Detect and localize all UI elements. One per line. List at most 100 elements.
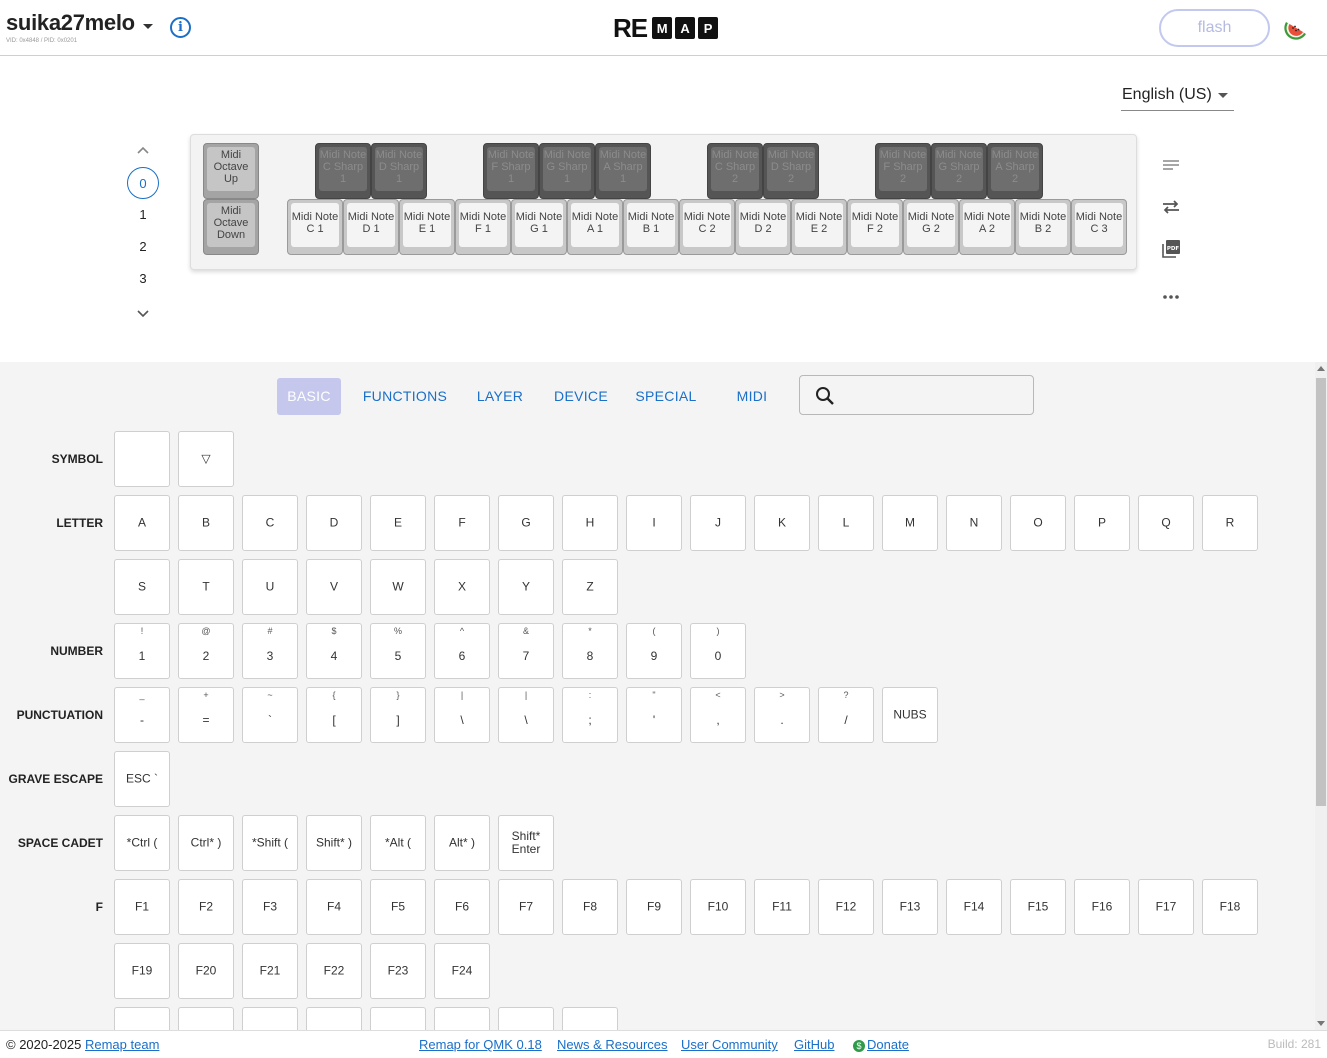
language-select[interactable]: English (US): [1121, 84, 1234, 111]
keycode-key[interactable]: F3: [242, 879, 298, 935]
keycode-key[interactable]: *Ctrl: [114, 1007, 170, 1030]
keycode-key[interactable]: A: [114, 495, 170, 551]
keycode-key[interactable]: P: [1074, 495, 1130, 551]
keyboard-key[interactable]: Midi Note A Sharp 2: [987, 143, 1043, 199]
flash-button[interactable]: flash: [1159, 9, 1270, 47]
user-community-link[interactable]: User Community: [681, 1037, 778, 1052]
keycode-key[interactable]: F22: [306, 943, 362, 999]
keycode-key[interactable]: F13: [882, 879, 938, 935]
info-icon[interactable]: i: [170, 17, 191, 38]
remap-team-link[interactable]: Remap team: [85, 1037, 159, 1052]
keycode-key[interactable]: F21: [242, 943, 298, 999]
keycode-key[interactable]: L: [818, 495, 874, 551]
layer-down-chevron-icon[interactable]: [136, 306, 150, 320]
layer-3[interactable]: 3: [127, 263, 159, 295]
keycode-key[interactable]: F11: [754, 879, 810, 935]
scroll-down-arrow-icon[interactable]: [1317, 1021, 1325, 1026]
keycode-key[interactable]: ESC `: [114, 751, 170, 807]
keycode-key[interactable]: + =: [178, 687, 234, 743]
keyboard-key[interactable]: Midi Note E 1: [399, 199, 455, 255]
keycode-key[interactable]: F14: [946, 879, 1002, 935]
tab-midi[interactable]: MIDI: [724, 378, 780, 415]
donate-link[interactable]: Donate: [867, 1037, 909, 1052]
keycode-key[interactable]: | \: [434, 687, 490, 743]
keyboard-key[interactable]: Midi Note F Sharp 2: [875, 143, 931, 199]
keycode-key[interactable]: R: [1202, 495, 1258, 551]
keycode-key[interactable]: #3: [242, 623, 298, 679]
keycode-key[interactable]: F12: [818, 879, 874, 935]
keycode-key[interactable]: N: [946, 495, 1002, 551]
keycode-key[interactable]: ! 1: [114, 623, 170, 679]
keyboard-name[interactable]: suika27melo: [6, 10, 135, 36]
remap-version-link[interactable]: Remap for QMK 0.18: [419, 1037, 542, 1052]
keycode-key[interactable]: *Win: [306, 1007, 362, 1030]
keycode-key[interactable]: F15: [1010, 879, 1066, 935]
keycode-key[interactable]: *Alt: [242, 1007, 298, 1030]
keycode-key[interactable]: $4: [306, 623, 362, 679]
keycode-key[interactable]: F18: [1202, 879, 1258, 935]
keycode-key[interactable]: NUBS: [882, 687, 938, 743]
keycode-key[interactable]: K: [754, 495, 810, 551]
keycode-key[interactable]: F4: [306, 879, 362, 935]
keyboard-key[interactable]: Midi Note A 1: [567, 199, 623, 255]
donate-link-wrap[interactable]: $ Donate: [853, 1037, 909, 1052]
keyboard-key[interactable]: Midi Note E 2: [791, 199, 847, 255]
keycode-key[interactable]: ▽: [178, 431, 234, 487]
keycode-key[interactable]: % 5: [370, 623, 426, 679]
keycode-key[interactable]: [114, 431, 170, 487]
keycode-key[interactable]: F1: [114, 879, 170, 935]
tab-functions[interactable]: FUNCTIONS: [359, 378, 451, 415]
keycode-key[interactable]: Q: [1138, 495, 1194, 551]
keycode-key[interactable]: Win*: [562, 1007, 618, 1030]
keycode-key[interactable]: *Shift: [178, 1007, 234, 1030]
news-resources-link[interactable]: News & Resources: [557, 1037, 668, 1052]
keyboard-key[interactable]: Midi Note B 2: [1015, 199, 1071, 255]
keycode-key[interactable]: E: [370, 495, 426, 551]
keycode-key[interactable]: F7: [498, 879, 554, 935]
keycode-key[interactable]: @2: [178, 623, 234, 679]
keycode-key[interactable]: ? /: [818, 687, 874, 743]
pdf-icon[interactable]: PDF: [1160, 238, 1182, 260]
keycode-key[interactable]: W: [370, 559, 426, 615]
watermelon-icon[interactable]: [1284, 16, 1308, 40]
keycode-key[interactable]: G: [498, 495, 554, 551]
keycode-key[interactable]: F20: [178, 943, 234, 999]
keyboard-key[interactable]: Midi Note C Sharp 2: [707, 143, 763, 199]
keyboard-key[interactable]: Midi Note C 1: [287, 199, 343, 255]
search-input[interactable]: [844, 382, 1024, 408]
keycode-key[interactable]: H: [562, 495, 618, 551]
keycode-key[interactable]: F10: [690, 879, 746, 935]
layer-up-chevron-icon[interactable]: [136, 144, 150, 158]
keycode-key[interactable]: Shift* ): [306, 815, 362, 871]
keycode-key[interactable]: ^ 6: [434, 623, 490, 679]
keyboard-key[interactable]: Midi Note C 2: [679, 199, 735, 255]
keycode-key[interactable]: S: [114, 559, 170, 615]
keycode-key[interactable]: *Shift (: [242, 815, 298, 871]
layer-2[interactable]: 2: [127, 231, 159, 263]
keycode-key[interactable]: T: [178, 559, 234, 615]
notes-icon[interactable]: [1160, 155, 1182, 177]
keyboard-key[interactable]: Midi Note A 2: [959, 199, 1015, 255]
keycode-key[interactable]: C: [242, 495, 298, 551]
tab-basic[interactable]: BASIC: [277, 378, 341, 415]
keyboard-key[interactable]: Midi Note F Sharp 1: [483, 143, 539, 199]
keycode-key[interactable]: F17: [1138, 879, 1194, 935]
keyboard-key[interactable]: Midi Note B 1: [623, 199, 679, 255]
keyboard-key[interactable]: Midi Note G Sharp 1: [539, 143, 595, 199]
keyboard-key[interactable]: Midi Note G 1: [511, 199, 567, 255]
tab-device[interactable]: DEVICE: [549, 378, 613, 415]
keycode-key[interactable]: F5: [370, 879, 426, 935]
keyboard-key[interactable]: Midi Note G 2: [903, 199, 959, 255]
keyboard-key[interactable]: Midi Note G Sharp 2: [931, 143, 987, 199]
keycode-key[interactable]: Shift* Enter: [498, 815, 554, 871]
keycode-key[interactable]: F23: [370, 943, 426, 999]
panel-scrollbar[interactable]: [1315, 362, 1327, 1030]
keycode-key[interactable]: (9: [626, 623, 682, 679]
keycode-key[interactable]: J: [690, 495, 746, 551]
keyboard-key[interactable]: Midi Note D 1: [343, 199, 399, 255]
keycode-key[interactable]: F8: [562, 879, 618, 935]
keycode-key[interactable]: Y: [498, 559, 554, 615]
keycode-key[interactable]: * 8: [562, 623, 618, 679]
keyboard-key[interactable]: Midi Octave Down: [203, 199, 259, 255]
scroll-up-arrow-icon[interactable]: [1317, 366, 1325, 371]
